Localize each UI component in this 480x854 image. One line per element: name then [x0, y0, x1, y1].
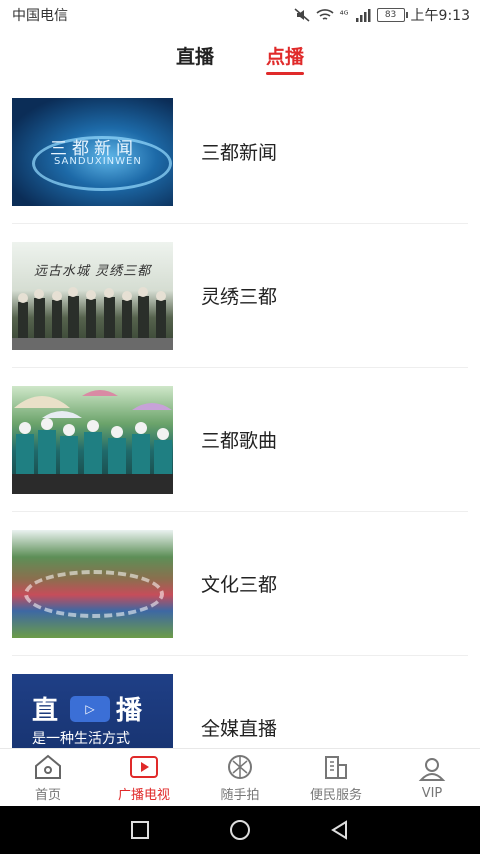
nav-services[interactable]: 便民服务: [288, 749, 384, 806]
bottom-nav: 首页 广播电视 随手拍 便民服务 VIP: [0, 748, 480, 806]
tab-on-demand[interactable]: 点播: [266, 38, 305, 75]
thumbnail-people-scene: [12, 286, 173, 350]
thumbnail-text-bo: 播: [116, 695, 143, 726]
play-icon: [129, 753, 159, 781]
thumbnail-sandu-news: 三都新闻 SANDUXINWEN: [12, 97, 173, 206]
user-icon: [417, 755, 447, 783]
thumbnail-subtitle-text: SANDUXINWEN: [54, 155, 142, 167]
network-type-label: ⁴ᴳ: [339, 9, 349, 21]
nav-home[interactable]: 首页: [0, 749, 96, 806]
list-item-all-media-live[interactable]: 直 ▷ 播 是一种生活方式 全媒直播: [12, 656, 468, 748]
signal-icon: [355, 9, 371, 22]
nav-label: 首页: [34, 787, 61, 803]
list-item-title: 三都歌曲: [201, 430, 278, 452]
status-indicators: ⁴ᴳ 83 上午9:13: [294, 5, 470, 25]
list-item-title: 全媒直播: [201, 718, 278, 740]
thumbnail-culture-sandu: [12, 529, 173, 638]
thumbnail-dance-circle: [24, 569, 164, 618]
wifi-icon: [316, 9, 334, 20]
carrier-label: 中国电信: [12, 8, 68, 24]
battery-icon: 83: [376, 8, 408, 22]
tab-live[interactable]: 直播: [176, 38, 214, 74]
back-icon[interactable]: [329, 819, 351, 841]
list-item-culture-sandu[interactable]: 文化三都: [12, 512, 468, 656]
list-item-sandu-songs[interactable]: 三都歌曲: [12, 368, 468, 512]
nav-vip[interactable]: VIP: [384, 749, 480, 806]
nav-label: 便民服务: [309, 787, 362, 803]
nav-label: 随手拍: [220, 787, 260, 803]
mute-icon: [294, 8, 310, 22]
home-icon: [33, 753, 63, 781]
thumbnail-all-media-live: 直 ▷ 播 是一种生活方式: [12, 673, 173, 748]
list-item-title: 三都新闻: [201, 142, 278, 164]
list-item-lingxiu-sandu[interactable]: 远古水城 灵绣三都 灵绣三都: [12, 224, 468, 368]
recent-apps-icon[interactable]: [129, 819, 151, 841]
nav-broadcast-tv[interactable]: 广播电视: [96, 749, 192, 806]
thumbnail-text-zhi: 直: [32, 695, 59, 726]
top-tabs: 直播 点播: [0, 38, 480, 75]
list-item-title: 文化三都: [201, 574, 278, 596]
system-nav-bar: [0, 806, 480, 854]
nav-label: VIP: [421, 785, 443, 801]
thumbnail-slogan: 是一种生活方式: [32, 730, 130, 747]
thumbnail-umbrella-scene: [12, 389, 173, 494]
thumbnail-sandu-songs: [12, 385, 173, 494]
program-list: 三都新闻 SANDUXINWEN 三都新闻 远古水城 灵绣三都 灵绣三都 三都歌…: [0, 80, 480, 748]
nav-label: 广播电视: [117, 787, 170, 803]
aperture-icon: [225, 753, 255, 781]
thumbnail-lingxiu-sandu: 远古水城 灵绣三都: [12, 241, 173, 350]
clock-label: 上午9:13: [410, 8, 470, 24]
list-item-sandu-news[interactable]: 三都新闻 SANDUXINWEN 三都新闻: [12, 80, 468, 224]
home-button-icon[interactable]: [228, 818, 252, 842]
building-icon: [321, 753, 351, 781]
list-item-title: 灵绣三都: [201, 286, 278, 308]
nav-snapshot[interactable]: 随手拍: [192, 749, 288, 806]
video-camera-icon: ▷: [70, 695, 110, 722]
status-bar: 中国电信 ⁴ᴳ 83 上午9:13: [0, 0, 480, 30]
